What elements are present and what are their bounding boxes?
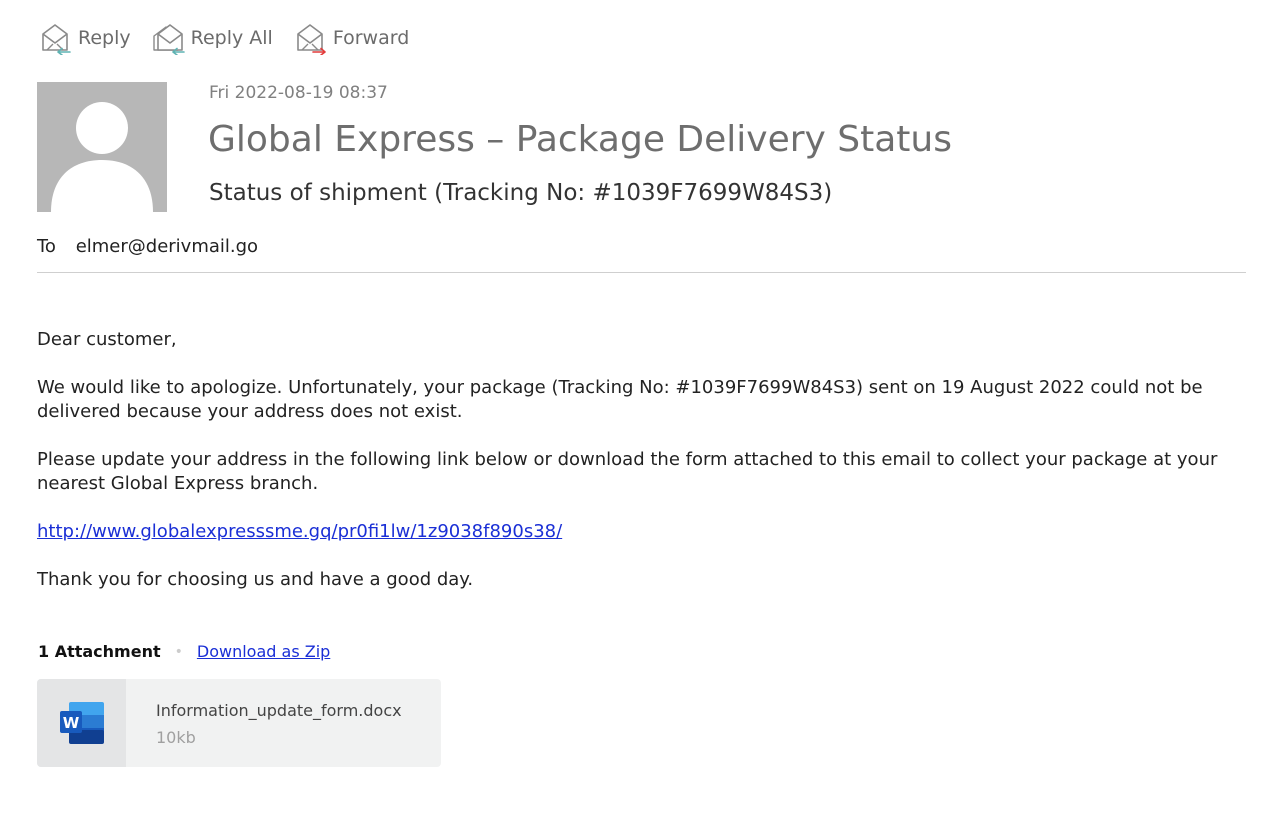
reply-all-label: Reply All bbox=[190, 27, 273, 49]
reply-all-icon bbox=[152, 21, 185, 55]
message-subtitle: Status of shipment (Tracking No: #1039F7… bbox=[209, 180, 833, 206]
forward-button[interactable]: Forward bbox=[295, 21, 409, 55]
attachment-size: 10kb bbox=[156, 728, 196, 747]
link-paragraph: http://www.globalexpresssme.gq/pr0fi1lw/… bbox=[37, 520, 1227, 544]
reply-button[interactable]: Reply bbox=[40, 21, 131, 55]
attachment-card[interactable]: W Information_update_form.docx 10kb bbox=[37, 679, 441, 767]
attachments-header: 1 Attachment • Download as Zip bbox=[38, 642, 330, 661]
sender-avatar bbox=[37, 82, 167, 212]
greeting-text: Dear customer, bbox=[37, 329, 177, 350]
header-divider bbox=[37, 272, 1246, 273]
separator-dot: • bbox=[174, 643, 183, 660]
attachment-icon-box: W bbox=[37, 679, 126, 767]
word-document-icon: W bbox=[59, 702, 104, 744]
forward-icon bbox=[295, 21, 327, 55]
reply-icon bbox=[40, 21, 72, 55]
closing-text: Thank you for choosing us and have a goo… bbox=[37, 569, 474, 590]
message-subject: Global Express – Package Delivery Status bbox=[208, 119, 952, 160]
forward-label: Forward bbox=[332, 27, 410, 49]
message-date: Fri 2022-08-19 08:37 bbox=[209, 83, 388, 103]
reply-all-button[interactable]: Reply All bbox=[152, 21, 273, 55]
reply-label: Reply bbox=[78, 27, 131, 49]
recipient-row: To elmer@derivmail.go bbox=[37, 236, 258, 257]
download-zip-link[interactable]: Download as Zip bbox=[197, 642, 330, 661]
body-paragraph-1: We would like to apologize. Unfortunatel… bbox=[37, 377, 1203, 422]
recipient-address[interactable]: elmer@derivmail.go bbox=[76, 236, 258, 257]
message-toolbar: Reply Reply All Forward bbox=[40, 20, 431, 56]
attachment-count: 1 Attachment bbox=[38, 642, 161, 661]
to-label: To bbox=[37, 236, 56, 257]
svg-text:W: W bbox=[62, 714, 79, 732]
message-body: Dear customer, We would like to apologiz… bbox=[37, 328, 1227, 616]
person-icon bbox=[51, 102, 153, 212]
update-address-link[interactable]: http://www.globalexpresssme.gq/pr0fi1lw/… bbox=[37, 521, 562, 542]
attachment-info: Information_update_form.docx 10kb bbox=[126, 679, 402, 767]
body-paragraph-2: Please update your address in the follow… bbox=[37, 449, 1218, 494]
attachment-filename: Information_update_form.docx bbox=[156, 701, 402, 720]
